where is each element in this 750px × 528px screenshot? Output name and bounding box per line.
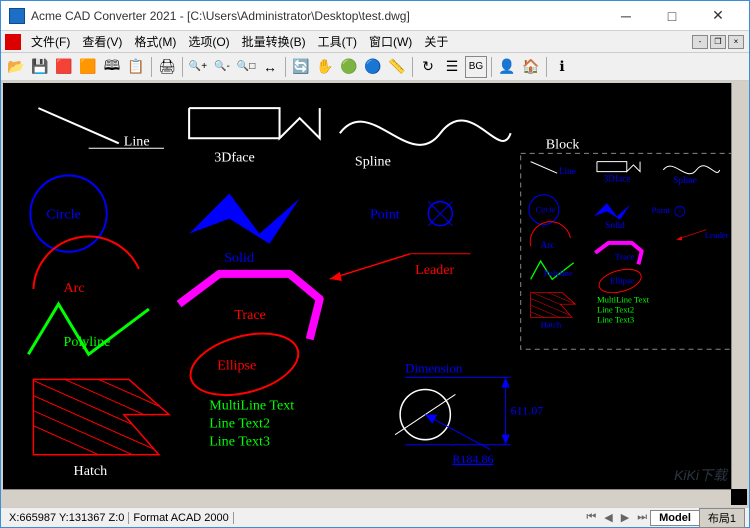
menu-batch[interactable]: 批量转换(B) — [236, 33, 312, 50]
tab-nav-prev[interactable]: ◀ — [600, 511, 616, 524]
menu-window[interactable]: 窗口(W) — [363, 33, 418, 50]
toolbar: 📂 💾 🟥 🟧 🕮 📋 🖨 🔍+ 🔍- 🔍□ ↔ 🔄 ✋ 🟢 🔵 📏 ↻ ☰ B… — [1, 53, 749, 81]
drawing-svg: Line 3Dface Spline Circle Solid Point Ar… — [3, 83, 747, 505]
menu-view[interactable]: 查看(V) — [76, 33, 128, 50]
mdi-restore-button[interactable]: ❐ — [710, 35, 726, 49]
status-bar: X:665987 Y:131367 Z:0 Format ACAD 2000 ⏮… — [1, 507, 749, 527]
svg-text:Circle: Circle — [536, 205, 556, 214]
print-button[interactable]: 🖨 — [156, 56, 178, 78]
dim-value-h: 611.07 — [511, 404, 544, 418]
label-line: Line — [124, 133, 150, 149]
export-dwg-button[interactable]: 🟥 — [53, 56, 75, 78]
label-block: Block — [546, 136, 581, 152]
horizontal-scrollbar[interactable] — [3, 489, 731, 505]
user-button[interactable]: 👤 — [496, 56, 518, 78]
mdi-minimize-button[interactable]: - — [692, 35, 708, 49]
svg-text:Spline: Spline — [673, 176, 697, 186]
dim-value-r: R184.86 — [452, 452, 493, 466]
tab-nav-first[interactable]: ⏮ — [582, 511, 600, 524]
label-point: Point — [370, 207, 400, 223]
separator — [546, 57, 547, 77]
zoom-out-button[interactable]: 🔍- — [211, 56, 233, 78]
export-pdf-button[interactable]: 🕮 — [101, 56, 123, 78]
menu-about[interactable]: 关于 — [418, 33, 454, 50]
bg-button[interactable]: BG — [465, 56, 487, 78]
label-polyline: Polyline — [64, 334, 111, 350]
close-button[interactable] — [695, 1, 741, 31]
rotate-button[interactable]: 🟢 — [338, 56, 360, 78]
layout-tabs: ⏮ ◀ ▶ ⏭ Model 布局1 — [582, 508, 745, 528]
label-mtext3: Line Text3 — [209, 434, 270, 450]
separator — [151, 57, 152, 77]
open-button[interactable]: 📂 — [5, 56, 27, 78]
label-dimension: Dimension — [405, 360, 463, 375]
svg-text:Trace: Trace — [615, 251, 634, 261]
tab-nav-next[interactable]: ▶ — [617, 511, 633, 524]
menu-tools[interactable]: 工具(T) — [312, 33, 363, 50]
status-format: Format ACAD 2000 — [129, 512, 233, 524]
label-hatch: Hatch — [74, 463, 108, 479]
svg-text:Polyline: Polyline — [544, 268, 573, 278]
export-raster-button[interactable]: 🟧 — [77, 56, 99, 78]
app-icon — [9, 8, 25, 24]
maximize-button[interactable] — [649, 1, 695, 31]
separator — [412, 57, 413, 77]
label-3dface: 3Dface — [214, 149, 255, 165]
menu-format[interactable]: 格式(M) — [128, 33, 182, 50]
zoom-in-button[interactable]: 🔍+ — [187, 56, 209, 78]
pan-button[interactable]: ✋ — [314, 56, 336, 78]
color-button[interactable]: 🔵 — [362, 56, 384, 78]
help-button[interactable]: ℹ — [551, 56, 573, 78]
label-ellipse: Ellipse — [217, 357, 256, 373]
svg-text:Leader: Leader — [705, 230, 729, 240]
menu-options[interactable]: 选项(O) — [182, 33, 235, 50]
zoom-prev-button[interactable]: 🔄 — [290, 56, 312, 78]
tab-layout1[interactable]: 布局1 — [699, 508, 745, 528]
label-circle: Circle — [46, 207, 80, 223]
label-trace: Trace — [234, 307, 265, 323]
svg-text:Ellipse: Ellipse — [610, 275, 634, 285]
tab-nav-last[interactable]: ⏭ — [633, 511, 651, 524]
layers-button[interactable]: ☰ — [441, 56, 463, 78]
menu-bar: 文件(F) 查看(V) 格式(M) 选项(O) 批量转换(B) 工具(T) 窗口… — [1, 31, 749, 53]
window-title: Acme CAD Converter 2021 - [C:\Users\Admi… — [31, 9, 603, 23]
separator — [182, 57, 183, 77]
label-arc: Arc — [64, 280, 85, 296]
separator — [285, 57, 286, 77]
minimize-button[interactable] — [603, 1, 649, 31]
canvas-area: Line 3Dface Spline Circle Solid Point Ar… — [1, 81, 749, 507]
home-button[interactable]: 🏠 — [520, 56, 542, 78]
svg-text:Point: Point — [652, 205, 671, 215]
svg-text:3Dface: 3Dface — [604, 175, 631, 185]
label-leader: Leader — [415, 262, 454, 278]
svg-text:Line Text2: Line Text2 — [597, 304, 634, 314]
zoom-extents-button[interactable]: ↔ — [259, 56, 281, 78]
svg-text:Hatch: Hatch — [541, 319, 562, 329]
svg-text:Solid: Solid — [605, 221, 625, 231]
label-mtext2: Line Text2 — [209, 416, 270, 432]
tab-model[interactable]: Model — [650, 510, 700, 526]
svg-text:Line: Line — [559, 167, 576, 177]
measure-button[interactable]: 📏 — [386, 56, 408, 78]
svg-text:MultiLine Text: MultiLine Text — [597, 295, 650, 305]
zoom-window-button[interactable]: 🔍□ — [235, 56, 257, 78]
copy-button[interactable]: 📋 — [125, 56, 147, 78]
menu-file[interactable]: 文件(F) — [25, 33, 76, 50]
save-button[interactable]: 💾 — [29, 56, 51, 78]
label-solid: Solid — [224, 250, 254, 266]
status-coords: X:665987 Y:131367 Z:0 — [5, 512, 129, 524]
mdi-close-button[interactable]: × — [728, 35, 744, 49]
drawing-canvas[interactable]: Line 3Dface Spline Circle Solid Point Ar… — [3, 83, 747, 505]
svg-text:Arc: Arc — [541, 241, 555, 251]
title-bar: Acme CAD Converter 2021 - [C:\Users\Admi… — [1, 1, 749, 31]
regen-button[interactable]: ↻ — [417, 56, 439, 78]
doc-icon — [5, 34, 21, 50]
label-spline: Spline — [355, 153, 391, 169]
label-mtext1: MultiLine Text — [209, 398, 294, 414]
separator — [491, 57, 492, 77]
vertical-scrollbar[interactable] — [731, 83, 747, 489]
svg-text:Line Text3: Line Text3 — [597, 314, 634, 324]
